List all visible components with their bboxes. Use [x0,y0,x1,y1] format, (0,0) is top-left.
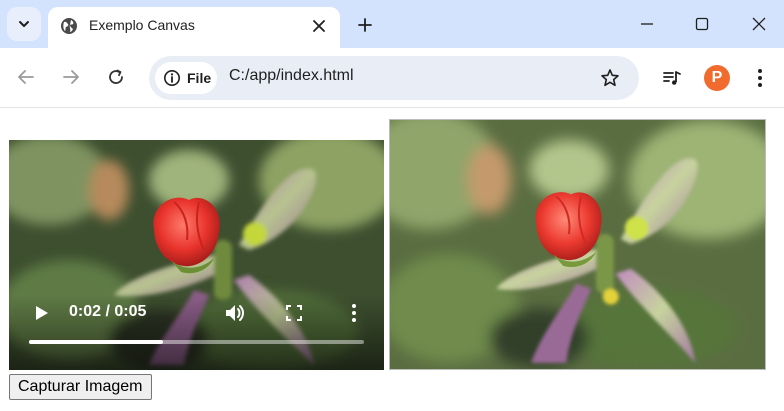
media-controls-button[interactable] [659,65,685,91]
video-progress-track[interactable] [29,340,364,344]
minimize-icon [641,23,653,25]
info-icon [164,70,180,86]
plus-icon [358,18,372,32]
capture-image-button[interactable]: Capturar Imagem [9,374,152,400]
reload-icon [109,69,123,84]
forward-button[interactable] [58,64,84,90]
back-button[interactable] [13,64,39,90]
bookmark-button[interactable] [597,65,623,91]
window-close-icon [752,17,766,31]
media-playlist-icon [663,71,681,85]
more-vert-icon [352,304,356,322]
reload-button[interactable] [103,64,129,90]
forward-arrow-icon [63,70,79,84]
video-time-display: 0:02 / 0:05 [69,303,147,320]
fullscreen-button[interactable] [283,302,305,324]
captured-frame-image [390,120,765,369]
window-close-button[interactable] [744,10,774,38]
close-icon [313,20,325,32]
maximize-icon [695,17,709,31]
browser-window: Exemplo Canvas File C:/app/index.html P … [0,0,784,411]
video-player[interactable]: 0:02 / 0:05 [9,140,384,370]
capture-canvas [389,119,766,370]
tab-strip: Exemplo Canvas [0,0,784,49]
fullscreen-icon [286,305,302,321]
page-content: 0:02 / 0:05 Capturar Imagem [0,108,784,411]
volume-button[interactable] [223,302,245,324]
tab-title: Exemplo Canvas [89,17,195,33]
play-icon[interactable] [31,303,51,323]
video-controls-bar [9,295,384,370]
video-progress-fill [29,340,163,344]
new-tab-button[interactable] [352,12,378,38]
address-bar[interactable]: File C:/app/index.html [149,56,639,100]
browser-menu-button[interactable] [747,65,773,91]
volume-icon [226,305,244,321]
active-tab[interactable]: Exemplo Canvas [48,7,340,49]
star-icon [601,69,619,87]
profile-avatar[interactable]: P [704,65,730,91]
tab-close-button[interactable] [308,15,330,37]
video-options-button[interactable] [343,302,365,324]
globe-icon [61,18,77,34]
browser-toolbar: File C:/app/index.html P [0,48,784,108]
minimize-button[interactable] [632,10,662,38]
url-text[interactable]: C:/app/index.html [229,67,354,85]
back-arrow-icon [18,70,34,84]
chevron-down-icon [19,21,29,27]
kebab-menu-icon [758,69,762,87]
maximize-button[interactable] [687,10,717,38]
profile-initial: P [711,69,723,86]
site-info-label: File [187,70,212,86]
tab-search-button[interactable] [7,7,41,41]
site-info-chip[interactable]: File [155,62,217,94]
